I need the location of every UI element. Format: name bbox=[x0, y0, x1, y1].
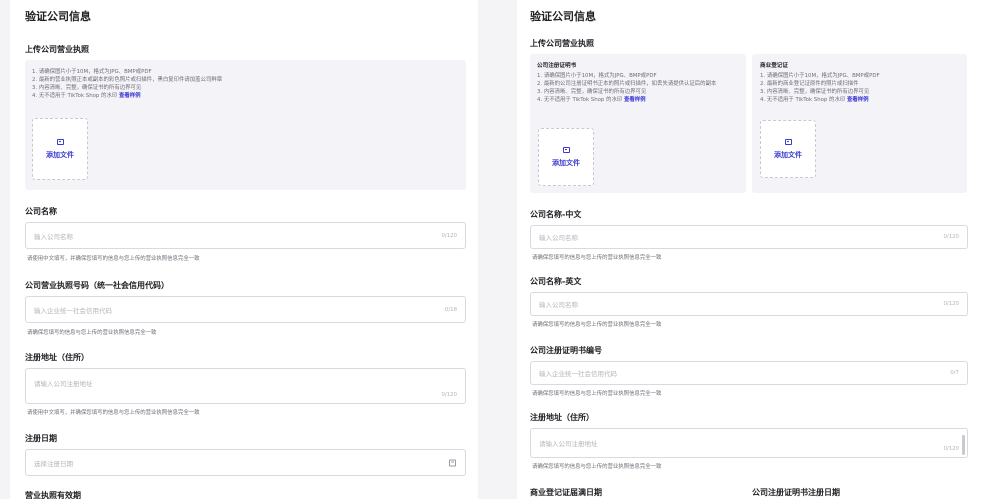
address-textarea[interactable]: 请输入公司注册地址 0/120 bbox=[530, 428, 968, 458]
image-upload-icon bbox=[784, 138, 792, 145]
requirement-text: 4. 无不适用于 TikTok Shop 的水印 bbox=[537, 97, 623, 103]
company-name-cn-input[interactable]: 输入公司名称 0/120 bbox=[530, 225, 968, 249]
requirement-text: 4. 无不适用于 TikTok Shop 的水印 bbox=[32, 93, 118, 99]
char-counter: 0/18 bbox=[444, 306, 457, 313]
doc-title: 商业登记证 bbox=[760, 63, 788, 69]
cert-number-placeholder: 输入企业统一社会信用代码 bbox=[539, 370, 617, 378]
address-placeholder: 请输入公司注册地址 bbox=[34, 380, 93, 388]
left-form-panel: 验证公司信息 上传公司营业执照 1. 请确保图片小于10M，格式为JPG、BMP… bbox=[10, 0, 478, 499]
reg-date-placeholder: 选择注册日期 bbox=[34, 459, 73, 468]
requirement-text: 4. 无不适用于 TikTok Shop 的水印 bbox=[760, 97, 846, 103]
company-name-en-hint: 请确保您填写的信息与您上传的营业执照信息完全一致 bbox=[532, 322, 662, 328]
page-title: 验证公司信息 bbox=[25, 10, 91, 23]
company-name-cn-hint: 请确保您填写的信息与您上传的营业执照信息完全一致 bbox=[532, 255, 662, 261]
add-file-label: 添加文件 bbox=[774, 150, 802, 159]
company-name-placeholder: 输入公司名称 bbox=[34, 232, 73, 241]
add-file-dropzone[interactable]: 添加文件 bbox=[760, 120, 816, 178]
add-file-dropzone[interactable]: 添加文件 bbox=[32, 118, 88, 180]
image-upload-icon bbox=[562, 146, 570, 153]
company-name-en-placeholder: 输入公司名称 bbox=[539, 301, 578, 309]
requirement-line: 3. 内容清晰、完整，确保证书的所有边界可见 bbox=[32, 85, 142, 91]
reg-date-picker[interactable]: 选择注册日期 bbox=[25, 449, 466, 476]
company-name-label: 公司名称 bbox=[25, 207, 57, 216]
cert-number-hint: 请确保您填写的信息与您上传的营业执照信息完全一致 bbox=[532, 391, 662, 397]
license-number-label: 公司营业执照号码（统一社会信用代码） bbox=[25, 281, 169, 290]
br-upload-box: 商业登记证 1. 请确保图片小于10M，格式为JPG、BMP或PDF 2. 最新… bbox=[752, 54, 967, 193]
image-upload-icon bbox=[56, 138, 64, 145]
upload-section-label: 上传公司营业执照 bbox=[530, 39, 594, 48]
page-title: 验证公司信息 bbox=[530, 10, 596, 23]
requirement-line: 4. 无不适用于 TikTok Shop 的水印 查看样例 bbox=[537, 96, 739, 104]
company-name-en-input[interactable]: 输入公司名称 0/120 bbox=[530, 292, 968, 316]
requirement-line: 1. 请确保图片小于10M，格式为JPG、BMP或PDF bbox=[537, 73, 657, 79]
company-name-cn-placeholder: 输入公司名称 bbox=[539, 234, 578, 242]
view-example-link[interactable]: 查看样例 bbox=[119, 93, 141, 99]
address-label: 注册地址（住所） bbox=[530, 413, 594, 422]
address-textarea[interactable]: 请输入公司注册地址 0/120 bbox=[25, 368, 466, 404]
view-example-link[interactable]: 查看样例 bbox=[624, 97, 646, 103]
char-counter: 0/120 bbox=[943, 234, 959, 240]
calendar-icon[interactable] bbox=[449, 459, 456, 466]
requirement-line: 2. 最新的营业执照正本或副本的彩色照片或扫描件，黑白复印件请加盖公司鲜章 bbox=[32, 77, 223, 83]
upload-requirements: 1. 请确保图片小于10M，格式为JPG、BMP或PDF 2. 最新的商业登记证… bbox=[760, 72, 960, 104]
cert-upload-box: 公司注册证明书 1. 请确保图片小于10M，格式为JPG、BMP或PDF 2. … bbox=[530, 54, 746, 193]
char-counter: 0/120 bbox=[943, 446, 959, 452]
cert-number-label: 公司注册证明书编号 bbox=[530, 346, 602, 355]
requirement-line: 2. 最新的公司注册证明书正本的照片或扫描件，如丢失请提供认证后的副本 bbox=[537, 81, 717, 87]
validity-label: 营业执照有效期 bbox=[25, 491, 81, 499]
reg-date-label: 注册日期 bbox=[25, 434, 57, 443]
char-counter: 0/7 bbox=[950, 370, 959, 376]
requirement-line: 2. 最新的商业登记证原件的照片或扫描件 bbox=[760, 81, 859, 87]
license-number-hint: 请确保您填写的信息与您上传的营业执照信息完全一致 bbox=[27, 330, 157, 336]
requirement-line: 3. 内容清晰、完整，确保证书的所有边界可见 bbox=[537, 89, 647, 95]
requirement-line: 4. 无不适用于 TikTok Shop 的水印 查看样例 bbox=[32, 92, 452, 100]
requirement-line: 1. 请确保图片小于10M，格式为JPG、BMP或PDF bbox=[760, 73, 880, 79]
char-counter: 0/120 bbox=[441, 232, 457, 239]
char-counter: 0/120 bbox=[943, 301, 959, 307]
address-placeholder: 请输入公司注册地址 bbox=[539, 440, 598, 448]
license-upload-box: 1. 请确保图片小于10M，格式为JPG、BMP或PDF 2. 最新的营业执照正… bbox=[25, 60, 466, 190]
requirement-line: 4. 无不适用于 TikTok Shop 的水印 查看样例 bbox=[760, 96, 960, 104]
textarea-scrollbar[interactable] bbox=[962, 435, 965, 455]
doc-title: 公司注册证明书 bbox=[537, 63, 577, 69]
char-counter: 0/120 bbox=[441, 392, 457, 398]
upload-requirements: 1. 请确保图片小于10M，格式为JPG、BMP或PDF 2. 最新的营业执照正… bbox=[32, 68, 452, 100]
company-name-input[interactable]: 输入公司名称 0/120 bbox=[25, 222, 466, 249]
address-label: 注册地址（住所） bbox=[25, 353, 89, 362]
license-number-input[interactable]: 输入企业统一社会信用代码 0/18 bbox=[25, 296, 466, 323]
add-file-label: 添加文件 bbox=[46, 150, 74, 159]
address-hint: 请使用中文填写，并确保您填写的信息与您上传的营业执照信息完全一致 bbox=[27, 410, 200, 416]
company-name-hint: 请使用中文填写，并确保您填写的信息与您上传的营业执照信息完全一致 bbox=[27, 256, 200, 262]
requirement-line: 3. 内容清晰、完整，确保证书的所有边界可见 bbox=[760, 89, 870, 95]
view-example-link[interactable]: 查看样例 bbox=[847, 97, 869, 103]
requirement-line: 1. 请确保图片小于10M，格式为JPG、BMP或PDF bbox=[32, 69, 152, 75]
address-hint: 请确保您填写的信息与您上传的营业执照信息完全一致 bbox=[532, 464, 662, 470]
upload-section-label: 上传公司营业执照 bbox=[25, 45, 89, 54]
add-file-label: 添加文件 bbox=[552, 158, 580, 167]
company-name-cn-label: 公司名称-中文 bbox=[530, 210, 582, 219]
company-name-en-label: 公司名称-英文 bbox=[530, 277, 582, 286]
cert-number-input[interactable]: 输入企业统一社会信用代码 0/7 bbox=[530, 361, 968, 385]
right-form-panel: 验证公司信息 上传公司营业执照 公司注册证明书 1. 请确保图片小于10M，格式… bbox=[517, 0, 982, 499]
br-expiry-label: 商业登记证届满日期 bbox=[530, 488, 602, 497]
add-file-dropzone[interactable]: 添加文件 bbox=[538, 128, 594, 186]
upload-requirements: 1. 请确保图片小于10M，格式为JPG、BMP或PDF 2. 最新的公司注册证… bbox=[537, 72, 739, 104]
cert-reg-date-label: 公司注册证明书注册日期 bbox=[752, 488, 840, 497]
license-number-placeholder: 输入企业统一社会信用代码 bbox=[34, 306, 112, 315]
